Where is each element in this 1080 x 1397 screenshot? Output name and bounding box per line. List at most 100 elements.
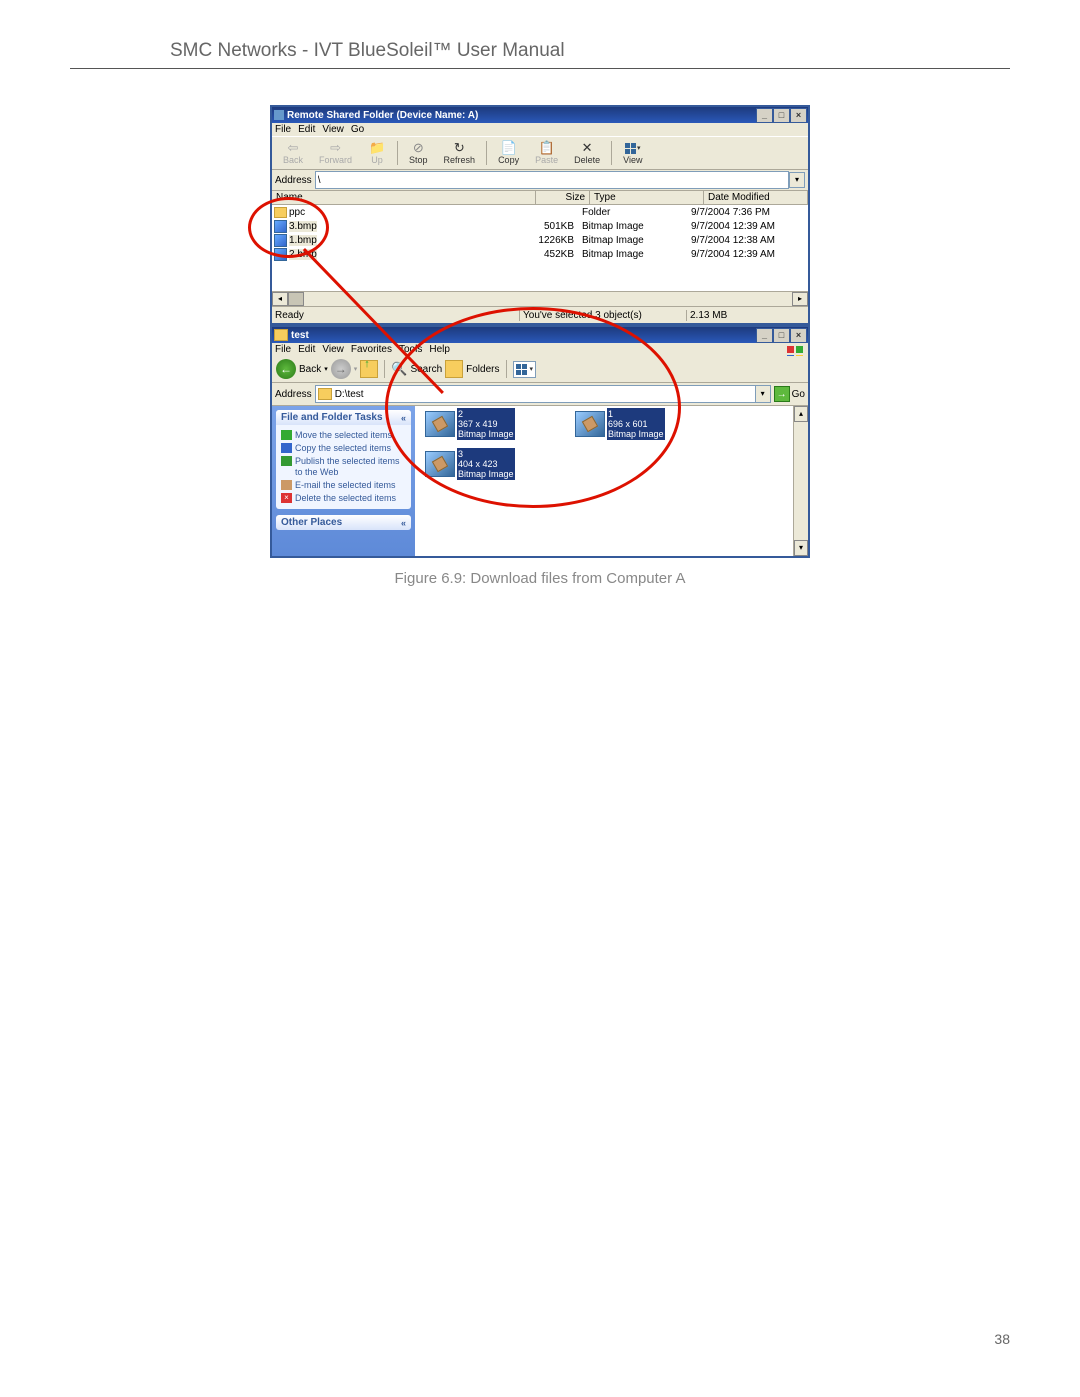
up-button[interactable]: 📁Up bbox=[361, 139, 393, 167]
search-icon[interactable]: 🔍 bbox=[391, 361, 407, 377]
window-title: test bbox=[291, 330, 309, 341]
window-controls: _ □ × bbox=[756, 108, 807, 123]
collapse-icon[interactable]: « bbox=[401, 518, 406, 528]
col-date[interactable]: Date Modified bbox=[704, 191, 808, 204]
task-icon bbox=[281, 480, 292, 490]
menu-view[interactable]: View bbox=[322, 124, 344, 135]
minimize-button[interactable]: _ bbox=[756, 108, 773, 123]
status-ready: Ready bbox=[272, 310, 520, 321]
tasks-header[interactable]: File and Folder Tasks« bbox=[276, 410, 411, 425]
bmp-icon bbox=[274, 248, 287, 261]
view-button[interactable]: ▾View bbox=[616, 139, 649, 167]
menu-edit[interactable]: Edit bbox=[298, 124, 315, 135]
address-input[interactable] bbox=[315, 171, 789, 189]
vertical-scrollbar[interactable]: ▴▾ bbox=[793, 406, 808, 556]
back-button[interactable]: Back bbox=[299, 364, 321, 375]
explorer-body: File and Folder Tasks« Move the selected… bbox=[272, 406, 808, 556]
document-header: SMC Networks - IVT BlueSoleil™ User Manu… bbox=[170, 40, 1020, 62]
folders-icon[interactable] bbox=[445, 360, 463, 378]
task-icon bbox=[281, 456, 292, 466]
address-bar: Address ▾ bbox=[272, 170, 808, 191]
folder-icon bbox=[318, 388, 332, 400]
page-number: 38 bbox=[994, 1331, 1010, 1347]
go-button[interactable]: →Go bbox=[774, 386, 805, 402]
menubar: File Edit View Go bbox=[272, 123, 808, 136]
close-button[interactable]: × bbox=[790, 328, 807, 343]
back-icon[interactable]: ← bbox=[276, 359, 296, 379]
remote-shared-folder-window: Remote Shared Folder (Device Name: A) _ … bbox=[270, 105, 810, 325]
address-dropdown[interactable]: ▾ bbox=[789, 172, 805, 188]
other-places-header[interactable]: Other Places« bbox=[276, 515, 411, 530]
table-row[interactable]: 1.bmp1226KBBitmap Image9/7/2004 12:38 AM bbox=[272, 233, 808, 247]
paste-button[interactable]: 📋Paste bbox=[528, 139, 565, 167]
menu-file[interactable]: File bbox=[275, 344, 291, 355]
table-row[interactable]: ppcFolder9/7/2004 7:36 PM bbox=[272, 205, 808, 219]
task-icon: × bbox=[281, 493, 292, 503]
status-selection: You've selected 3 object(s) bbox=[520, 310, 687, 321]
window-controls: _ □ × bbox=[756, 328, 807, 343]
address-bar: Address D:\test ▾ →Go bbox=[272, 383, 808, 406]
figure-container: Remote Shared Folder (Device Name: A) _ … bbox=[270, 105, 810, 587]
horizontal-scrollbar[interactable]: ◂▸ bbox=[272, 291, 808, 306]
table-row[interactable]: 3.bmp501KBBitmap Image9/7/2004 12:39 AM bbox=[272, 219, 808, 233]
status-bar: Ready You've selected 3 object(s) 2.13 M… bbox=[272, 306, 808, 323]
forward-button[interactable]: ⇨Forward bbox=[312, 139, 359, 167]
task-icon bbox=[281, 430, 292, 440]
titlebar[interactable]: test _ □ × bbox=[272, 327, 808, 343]
titlebar[interactable]: Remote Shared Folder (Device Name: A) _ … bbox=[272, 107, 808, 123]
close-button[interactable]: × bbox=[790, 108, 807, 123]
menu-go[interactable]: Go bbox=[351, 124, 364, 135]
task-item[interactable]: Copy the selected items bbox=[281, 443, 406, 454]
task-item[interactable]: E-mail the selected items bbox=[281, 480, 406, 491]
col-name[interactable]: Name bbox=[272, 191, 536, 204]
thumbnail-item[interactable]: 3404 x 423Bitmap Image bbox=[425, 448, 515, 480]
forward-button[interactable]: → bbox=[331, 359, 351, 379]
collapse-icon[interactable]: « bbox=[401, 413, 406, 423]
thumbnail-item[interactable]: 1696 x 601Bitmap Image bbox=[575, 408, 665, 440]
folders-button[interactable]: Folders bbox=[466, 364, 499, 375]
toolbar: ← Back ▾ → ▾ ↑ 🔍 Search Folders ▾ bbox=[272, 356, 808, 383]
refresh-button[interactable]: ↻Refresh bbox=[437, 139, 483, 167]
folder-icon bbox=[274, 207, 287, 218]
table-row[interactable]: 2.bmp452KBBitmap Image9/7/2004 12:39 AM bbox=[272, 247, 808, 261]
menu-file[interactable]: File bbox=[275, 124, 291, 135]
back-button[interactable]: ⇦Back bbox=[276, 139, 310, 167]
thumbnail-item[interactable]: 2367 x 419Bitmap Image bbox=[425, 408, 515, 440]
go-arrow-icon: → bbox=[774, 386, 790, 402]
col-type[interactable]: Type bbox=[590, 191, 704, 204]
header-rule bbox=[70, 68, 1010, 69]
menubar: File Edit View Favorites Tools Help bbox=[272, 343, 808, 356]
menu-help[interactable]: Help bbox=[429, 344, 450, 355]
file-list: ppcFolder9/7/2004 7:36 PM3.bmp501KBBitma… bbox=[272, 205, 808, 261]
maximize-button[interactable]: □ bbox=[773, 328, 790, 343]
menu-edit[interactable]: Edit bbox=[298, 344, 315, 355]
minimize-button[interactable]: _ bbox=[756, 328, 773, 343]
app-icon bbox=[274, 110, 284, 120]
menu-tools[interactable]: Tools bbox=[399, 344, 422, 355]
address-input[interactable]: D:\test bbox=[315, 385, 756, 403]
address-label: Address bbox=[275, 175, 312, 186]
delete-button[interactable]: ✕Delete bbox=[567, 139, 607, 167]
copy-button[interactable]: 📄Copy bbox=[491, 139, 526, 167]
task-item[interactable]: Publish the selected items to the Web bbox=[281, 456, 406, 478]
menu-view[interactable]: View bbox=[322, 344, 344, 355]
status-size: 2.13 MB bbox=[687, 310, 796, 321]
tasks-panel: File and Folder Tasks« Move the selected… bbox=[272, 406, 415, 556]
file-view[interactable]: 2367 x 419Bitmap Image 1696 x 601Bitmap I… bbox=[415, 406, 793, 556]
view-button[interactable]: ▾ bbox=[513, 361, 537, 378]
column-header: Name Size Type Date Modified bbox=[272, 191, 808, 205]
stop-button[interactable]: ⊘Stop bbox=[402, 139, 435, 167]
up-icon[interactable]: ↑ bbox=[360, 360, 378, 378]
maximize-button[interactable]: □ bbox=[773, 108, 790, 123]
bmp-icon bbox=[274, 220, 287, 233]
bmp-thumb-icon bbox=[425, 451, 455, 477]
bmp-thumb-icon bbox=[575, 411, 605, 437]
bmp-thumb-icon bbox=[425, 411, 455, 437]
search-button[interactable]: Search bbox=[410, 364, 442, 375]
task-item[interactable]: Move the selected items bbox=[281, 430, 406, 441]
address-dropdown[interactable]: ▾ bbox=[756, 385, 771, 403]
task-item[interactable]: ×Delete the selected items bbox=[281, 493, 406, 504]
col-size[interactable]: Size bbox=[536, 191, 590, 204]
bmp-icon bbox=[274, 234, 287, 247]
menu-favorites[interactable]: Favorites bbox=[351, 344, 392, 355]
